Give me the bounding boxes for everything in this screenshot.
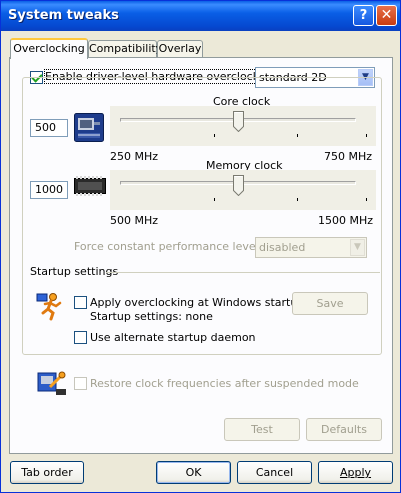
overclocking-panel: Enable driver-level hardware overclockin… — [9, 57, 393, 454]
defaults-button[interactable]: Defaults — [306, 418, 382, 441]
core-clock-value: 500 — [35, 121, 56, 134]
tab-overlay-label: Overlay — [158, 42, 202, 55]
test-button[interactable]: Test — [224, 418, 300, 441]
apply-at-startup-checkbox[interactable] — [74, 296, 87, 309]
memory-chip-icon — [74, 176, 106, 196]
restore-clock-checkbox[interactable] — [74, 377, 87, 390]
tab-overclocking-label: Overclocking — [13, 42, 85, 55]
memory-clock-value: 1000 — [35, 183, 63, 196]
force-performance-label: Force constant performance level — [74, 240, 259, 253]
apply-label: Apply — [339, 466, 372, 479]
startup-divider — [106, 272, 380, 273]
gpu-chip-icon — [74, 113, 104, 142]
apply-at-startup-label[interactable]: Apply overclocking at Windows startup — [90, 296, 304, 309]
tab-overclocking[interactable]: Overclocking — [10, 38, 88, 59]
core-clock-tick — [214, 134, 215, 137]
core-clock-tick — [366, 134, 367, 137]
tab-order-button[interactable]: Tab order — [10, 461, 84, 484]
title-bar[interactable]: System tweaks ? ✕ — [1, 1, 400, 31]
memory-clock-max-label: 1500 MHz — [318, 214, 374, 227]
restore-clock-icon — [36, 369, 68, 397]
ok-label: OK — [185, 466, 202, 479]
core-clock-min-label: 250 MHz — [110, 150, 159, 163]
window-title: System tweaks — [8, 8, 119, 23]
startup-settings-title: Startup settings — [30, 265, 119, 278]
core-clock-max-label: 750 MHz — [324, 150, 373, 163]
tab-compatibility-label: Compatibility — [89, 42, 163, 55]
save-button[interactable]: Save — [292, 292, 368, 315]
restore-clock-label: Restore clock frequencies after suspende… — [90, 377, 359, 390]
ok-button[interactable]: OK — [156, 461, 231, 484]
defaults-button-label: Defaults — [321, 423, 367, 436]
memory-clock-value-field[interactable]: 1000 — [30, 181, 68, 199]
memory-clock-tick — [366, 198, 367, 201]
memory-clock-slider-thumb[interactable] — [232, 175, 244, 197]
core-clock-value-field[interactable]: 500 — [30, 119, 68, 137]
force-performance-value: disabled — [259, 241, 306, 254]
test-button-label: Test — [251, 423, 273, 436]
tab-compatibility[interactable]: Compatibility — [88, 40, 162, 58]
apply-button[interactable]: Apply — [318, 461, 393, 484]
startup-settings-status: Startup settings: none — [90, 310, 213, 323]
core-clock-tick — [297, 134, 298, 137]
alternate-daemon-checkbox[interactable] — [74, 331, 87, 344]
save-button-label: Save — [316, 297, 344, 310]
core-clock-slider-thumb[interactable] — [232, 111, 244, 133]
cancel-label: Cancel — [255, 466, 294, 479]
force-performance-select[interactable]: disabled ▼ — [255, 237, 367, 258]
alternate-daemon-label[interactable]: Use alternate startup daemon — [90, 331, 256, 344]
system-tweaks-window: System tweaks ? ✕ Overclocking Compatibi… — [0, 0, 401, 493]
cancel-button[interactable]: Cancel — [237, 461, 312, 484]
memory-clock-min-label: 500 MHz — [110, 214, 159, 227]
running-man-icon — [36, 292, 66, 322]
help-button[interactable]: ? — [353, 5, 374, 26]
memory-clock-tick — [297, 198, 298, 201]
close-icon: ✕ — [380, 7, 393, 23]
tab-overlay[interactable]: Overlay — [157, 40, 203, 58]
tab-order-label: Tab order — [21, 466, 73, 479]
chevron-down-icon[interactable]: ▼ — [350, 239, 365, 256]
memory-clock-tick — [214, 198, 215, 201]
close-button[interactable]: ✕ — [376, 5, 397, 26]
help-icon: ? — [359, 8, 368, 23]
